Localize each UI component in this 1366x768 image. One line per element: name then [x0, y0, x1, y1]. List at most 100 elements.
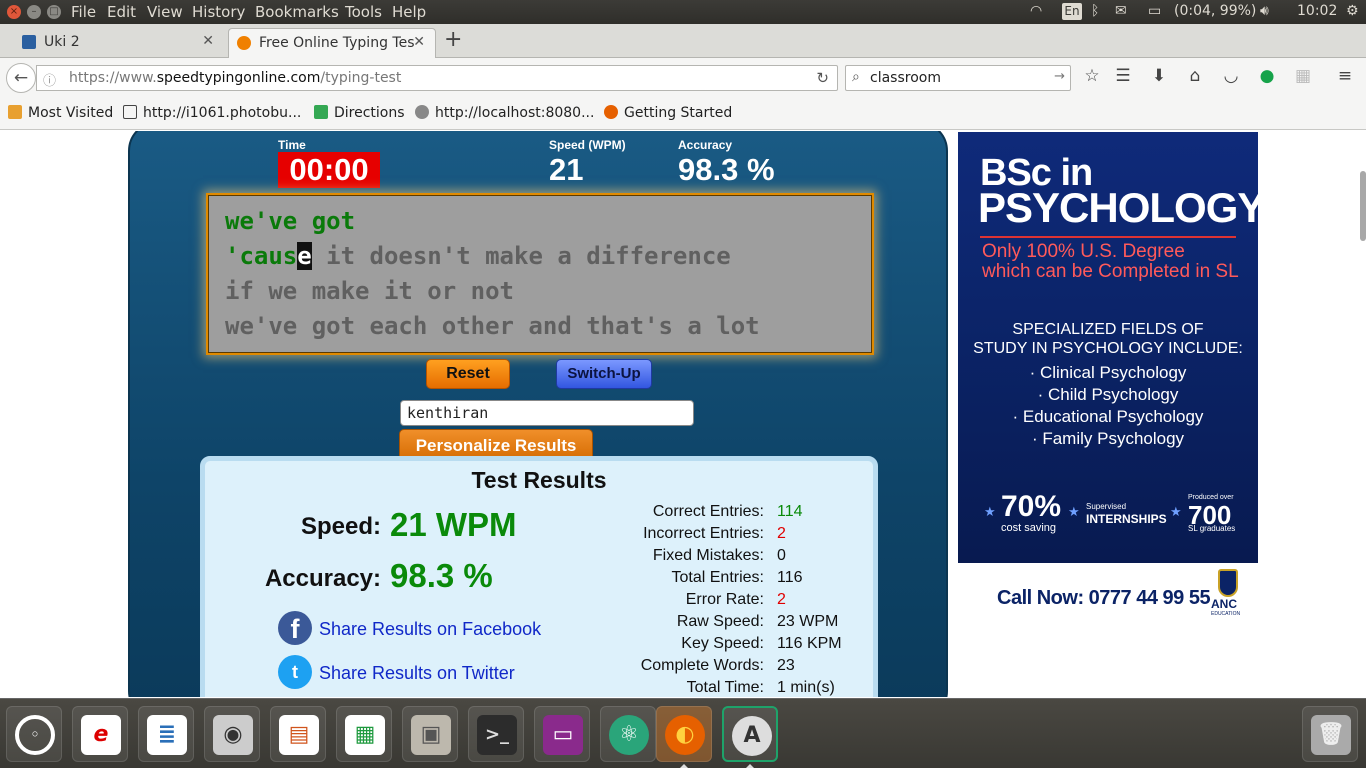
- share-facebook-link[interactable]: Share Results on Facebook: [319, 619, 541, 640]
- results-speed-label: Speed:: [300, 513, 381, 540]
- close-tab-icon[interactable]: ✕: [202, 33, 214, 49]
- tab-favicon-icon: [22, 35, 36, 49]
- typing-text: we've got 'cause it doesn't make a diffe…: [208, 195, 872, 353]
- typed-text: 'caus: [225, 242, 298, 270]
- battery-status[interactable]: (0:04, 99%): [1174, 3, 1256, 19]
- test-results-panel: Test Results Speed: 21 WPM Accuracy: 98.…: [200, 456, 878, 697]
- url-text[interactable]: https://www.speedtypingonline.com/typing…: [69, 70, 401, 86]
- bluetooth-icon[interactable]: ᛒ: [1091, 3, 1099, 19]
- folder-icon: [8, 105, 22, 119]
- keyboard-layout-indicator[interactable]: En: [1062, 3, 1082, 20]
- detail-label: Correct Entries:: [652, 503, 764, 520]
- file-manager-icon[interactable]: ▣: [402, 706, 458, 762]
- speed-display: 21: [549, 152, 584, 187]
- impress-icon[interactable]: ▤: [270, 706, 326, 762]
- reset-button[interactable]: Reset: [426, 359, 510, 389]
- window-minimize-button[interactable]: –: [27, 5, 41, 19]
- facebook-icon[interactable]: f: [278, 611, 312, 645]
- url-bar[interactable]: ⓘ https://www.speedtypingonline.com/typi…: [36, 65, 838, 91]
- menu-view[interactable]: View: [147, 3, 183, 21]
- tab-strip: Uki 2 ✕ Free Online Typing Tes ✕ +: [0, 24, 1366, 58]
- window-close-button[interactable]: ×: [7, 5, 21, 19]
- detail-label: Complete Words:: [640, 657, 764, 674]
- menu-icon[interactable]: ≡: [1334, 66, 1356, 86]
- page-scrollbar[interactable]: [1360, 171, 1366, 241]
- ad-call-number: Call Now: 0777 44 99 55: [997, 587, 1211, 609]
- bookmark-directions[interactable]: Directions: [314, 105, 405, 121]
- software-updater-icon[interactable]: A: [722, 706, 778, 762]
- window-maximize-button[interactable]: □: [47, 5, 61, 19]
- atom-icon[interactable]: ⚛: [600, 706, 656, 762]
- detail-label: Incorrect Entries:: [643, 525, 764, 542]
- wifi-icon[interactable]: ◠: [1030, 3, 1042, 19]
- home-icon[interactable]: ⌂: [1184, 66, 1206, 86]
- bookmark-getting-started[interactable]: Getting Started: [604, 105, 732, 121]
- clock[interactable]: 10:02: [1297, 3, 1337, 19]
- grammarly-icon[interactable]: ●: [1256, 66, 1278, 86]
- search-bar[interactable]: ⌕ →: [845, 65, 1071, 91]
- twitter-icon[interactable]: t: [278, 655, 312, 689]
- name-input[interactable]: [400, 400, 694, 426]
- terminal-icon[interactable]: >_: [468, 706, 524, 762]
- remaining-text: if we make it or not: [225, 277, 514, 305]
- ad-footer[interactable]: Call Now: 0777 44 99 55 ANC EDUCATION: [958, 563, 1258, 629]
- bookmarks-toolbar: Most Visited http://i1061.photobu... Dir…: [0, 98, 1366, 130]
- bookmark-photobucket[interactable]: http://i1061.photobu...: [123, 105, 301, 121]
- search-icon: ⌕: [852, 69, 860, 85]
- detail-label: Key Speed:: [681, 635, 764, 652]
- accuracy-label: Accuracy: [678, 138, 733, 152]
- app-window-icon[interactable]: ▭: [534, 706, 590, 762]
- search-input[interactable]: [870, 70, 1050, 86]
- info-icon[interactable]: ⓘ: [43, 70, 56, 89]
- share-twitter-link[interactable]: Share Results on Twitter: [319, 663, 515, 684]
- ad-stat-caption: Supervised: [1086, 502, 1127, 511]
- pocket-icon[interactable]: ◡: [1220, 66, 1242, 86]
- calc-icon[interactable]: ▦: [336, 706, 392, 762]
- writer-icon[interactable]: ≣: [138, 706, 194, 762]
- running-indicator: [680, 764, 688, 768]
- ubuntu-home-icon[interactable]: ◦: [6, 706, 62, 762]
- menu-tools[interactable]: Tools: [345, 3, 382, 21]
- ad-brand: ANC: [1211, 597, 1237, 611]
- web-page: Time 00:00 Speed (WPM) 21 Accuracy 98.3 …: [0, 131, 1366, 697]
- trash-icon[interactable]: 🗑︎: [1302, 706, 1358, 762]
- reader-icon[interactable]: e: [72, 706, 128, 762]
- tab-uki-2[interactable]: Uki 2 ✕: [14, 28, 224, 58]
- new-tab-button[interactable]: +: [444, 27, 462, 52]
- switch-up-button[interactable]: Switch-Up: [556, 359, 652, 389]
- menu-bookmarks[interactable]: Bookmarks: [255, 3, 339, 21]
- extension-icon[interactable]: ▦: [1292, 66, 1314, 86]
- detail-value: 0: [777, 547, 786, 564]
- search-go-icon[interactable]: →: [1054, 69, 1065, 84]
- detail-value: 1 min(s): [777, 679, 835, 696]
- ad-title: PSYCHOLOGY: [978, 184, 1258, 231]
- menu-help[interactable]: Help: [392, 3, 426, 21]
- psychology-ad[interactable]: BSc in PSYCHOLOGY Only 100% U.S. Degree w…: [958, 132, 1258, 563]
- bookmark-star-icon[interactable]: ☆: [1081, 66, 1103, 86]
- camera-icon[interactable]: ◉: [204, 706, 260, 762]
- menu-edit[interactable]: Edit: [107, 3, 136, 21]
- bookmark-most-visited[interactable]: Most Visited: [8, 105, 113, 121]
- results-title: Test Results: [471, 467, 607, 493]
- downloads-icon[interactable]: ⬇: [1148, 66, 1170, 86]
- ad-stat-value: INTERNSHIPS: [1086, 512, 1167, 526]
- reload-icon[interactable]: ↻: [816, 69, 829, 87]
- tab-typing-test[interactable]: Free Online Typing Tes ✕: [228, 28, 436, 58]
- time-label: Time: [278, 138, 306, 152]
- menu-file[interactable]: File: [71, 3, 96, 21]
- typing-area[interactable]: we've got 'cause it doesn't make a diffe…: [206, 193, 874, 355]
- volume-icon[interactable]: 🔊︎: [1260, 3, 1269, 19]
- star-icon: ★: [1068, 504, 1080, 519]
- bookmarks-list-icon[interactable]: ☰: [1112, 66, 1134, 86]
- gear-icon[interactable]: ⚙: [1346, 3, 1359, 19]
- bookmark-localhost[interactable]: http://localhost:8080...: [415, 105, 594, 121]
- battery-icon[interactable]: ▭: [1148, 3, 1161, 19]
- tab-title: Free Online Typing Tes: [259, 35, 415, 51]
- back-button[interactable]: ←: [6, 63, 36, 93]
- detail-label: Error Rate:: [685, 591, 764, 608]
- globe-icon: [415, 105, 429, 119]
- close-tab-icon[interactable]: ✕: [413, 34, 425, 50]
- firefox-icon[interactable]: ◐: [656, 706, 712, 762]
- menu-history[interactable]: History: [192, 3, 245, 21]
- mail-icon[interactable]: ✉: [1115, 3, 1127, 19]
